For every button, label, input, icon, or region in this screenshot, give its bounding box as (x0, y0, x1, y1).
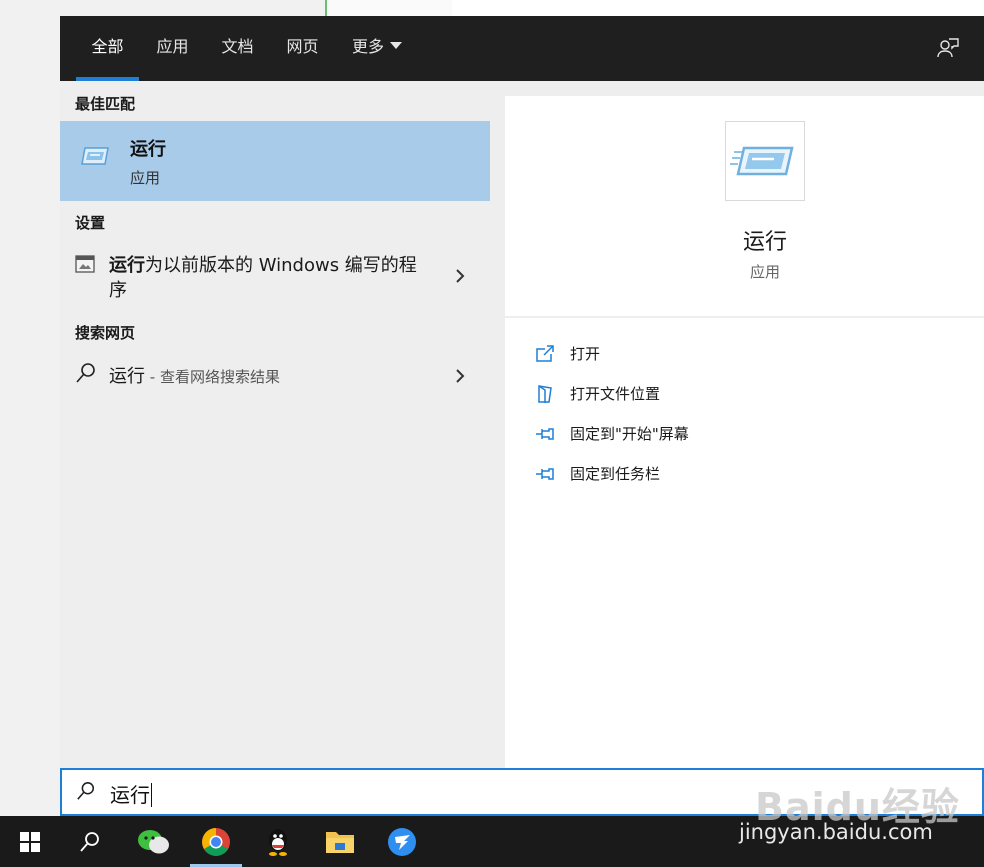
open-file-location-label: 打开文件位置 (570, 385, 661, 403)
watermark-url: jingyan.baidu.com (739, 820, 933, 844)
chevron-down-icon (390, 42, 402, 49)
background-page (452, 0, 984, 16)
open-action-label: 打开 (570, 345, 601, 363)
best-match-subtitle: 应用 (130, 169, 161, 187)
setting-result-rest: 为以前版本的 Windows 编写的程序 (109, 255, 417, 301)
preview-pane: 运行 应用 打开 打开文件位置 固定到"开始"屏幕 固定到任务栏 (505, 96, 984, 768)
pin-to-start-label: 固定到"开始"屏幕 (570, 425, 689, 443)
tab-apps[interactable]: 应用 (145, 16, 200, 81)
chevron-right-icon[interactable] (454, 368, 466, 384)
preview-app-type: 应用 (749, 263, 780, 281)
results-list: 最佳匹配 运行 应用 设置 运行为以前版本的 Windows 编写的程序 搜索网… (60, 81, 490, 768)
web-search-suffix: - 查看网络搜索结果 (145, 368, 280, 386)
search-icon (76, 781, 96, 805)
tab-all[interactable]: 全部 (76, 16, 139, 81)
search-input[interactable]: 运行 (110, 779, 152, 809)
run-app-icon (725, 121, 805, 201)
pin-icon (536, 468, 554, 480)
text-cursor (151, 782, 152, 807)
divider (505, 316, 984, 318)
filter-bar: 全部 应用 文档 网页 更多 (60, 16, 984, 81)
web-search-query: 运行 (109, 366, 145, 387)
tab-more-label: 更多 (351, 37, 384, 56)
windows-start-icon[interactable] (0, 816, 60, 867)
dingtalk-icon[interactable] (372, 816, 432, 867)
run-app-icon (80, 143, 110, 173)
watermark: Baidu经验 jingyan.baidu.com (739, 760, 980, 850)
search-panel: 全部 应用 文档 网页 更多 最佳匹配 运行 应用 设置 运行为以前版本的 Wi… (60, 16, 984, 816)
tab-more[interactable]: 更多 (342, 16, 412, 81)
preview-app-name: 运行 (742, 230, 787, 255)
web-search-label: 运行 - 查看网络搜索结果 (109, 362, 280, 388)
pin-to-taskbar-label: 固定到任务栏 (570, 465, 661, 483)
search-icon (75, 362, 97, 388)
chevron-right-icon[interactable] (454, 268, 466, 284)
search-input-value: 运行 (110, 783, 150, 807)
web-search-header: 搜索网页 (75, 324, 136, 342)
open-icon (536, 345, 554, 362)
legacy-program-icon (75, 255, 95, 277)
tab-documents[interactable]: 文档 (210, 16, 265, 81)
wechat-icon[interactable] (124, 816, 184, 867)
best-match-result[interactable]: 运行 应用 (60, 121, 490, 201)
best-match-header: 最佳匹配 (75, 95, 136, 113)
web-search-result[interactable]: 运行 - 查看网络搜索结果 (60, 356, 490, 396)
pin-icon (536, 428, 554, 440)
setting-result-label: 运行为以前版本的 Windows 编写的程序 (109, 253, 429, 303)
file-explorer-icon[interactable] (310, 816, 370, 867)
background-window (325, 0, 454, 16)
setting-result-keyword: 运行 (109, 255, 145, 276)
file-location-icon (538, 385, 552, 403)
feedback-icon[interactable] (936, 36, 960, 60)
chrome-icon[interactable] (186, 816, 246, 867)
search-icon[interactable] (60, 816, 120, 867)
settings-header: 设置 (75, 214, 106, 232)
tab-web[interactable]: 网页 (275, 16, 330, 81)
qq-icon[interactable] (248, 816, 308, 867)
setting-result[interactable]: 运行为以前版本的 Windows 编写的程序 (60, 241, 490, 311)
best-match-title: 运行 (130, 139, 166, 160)
